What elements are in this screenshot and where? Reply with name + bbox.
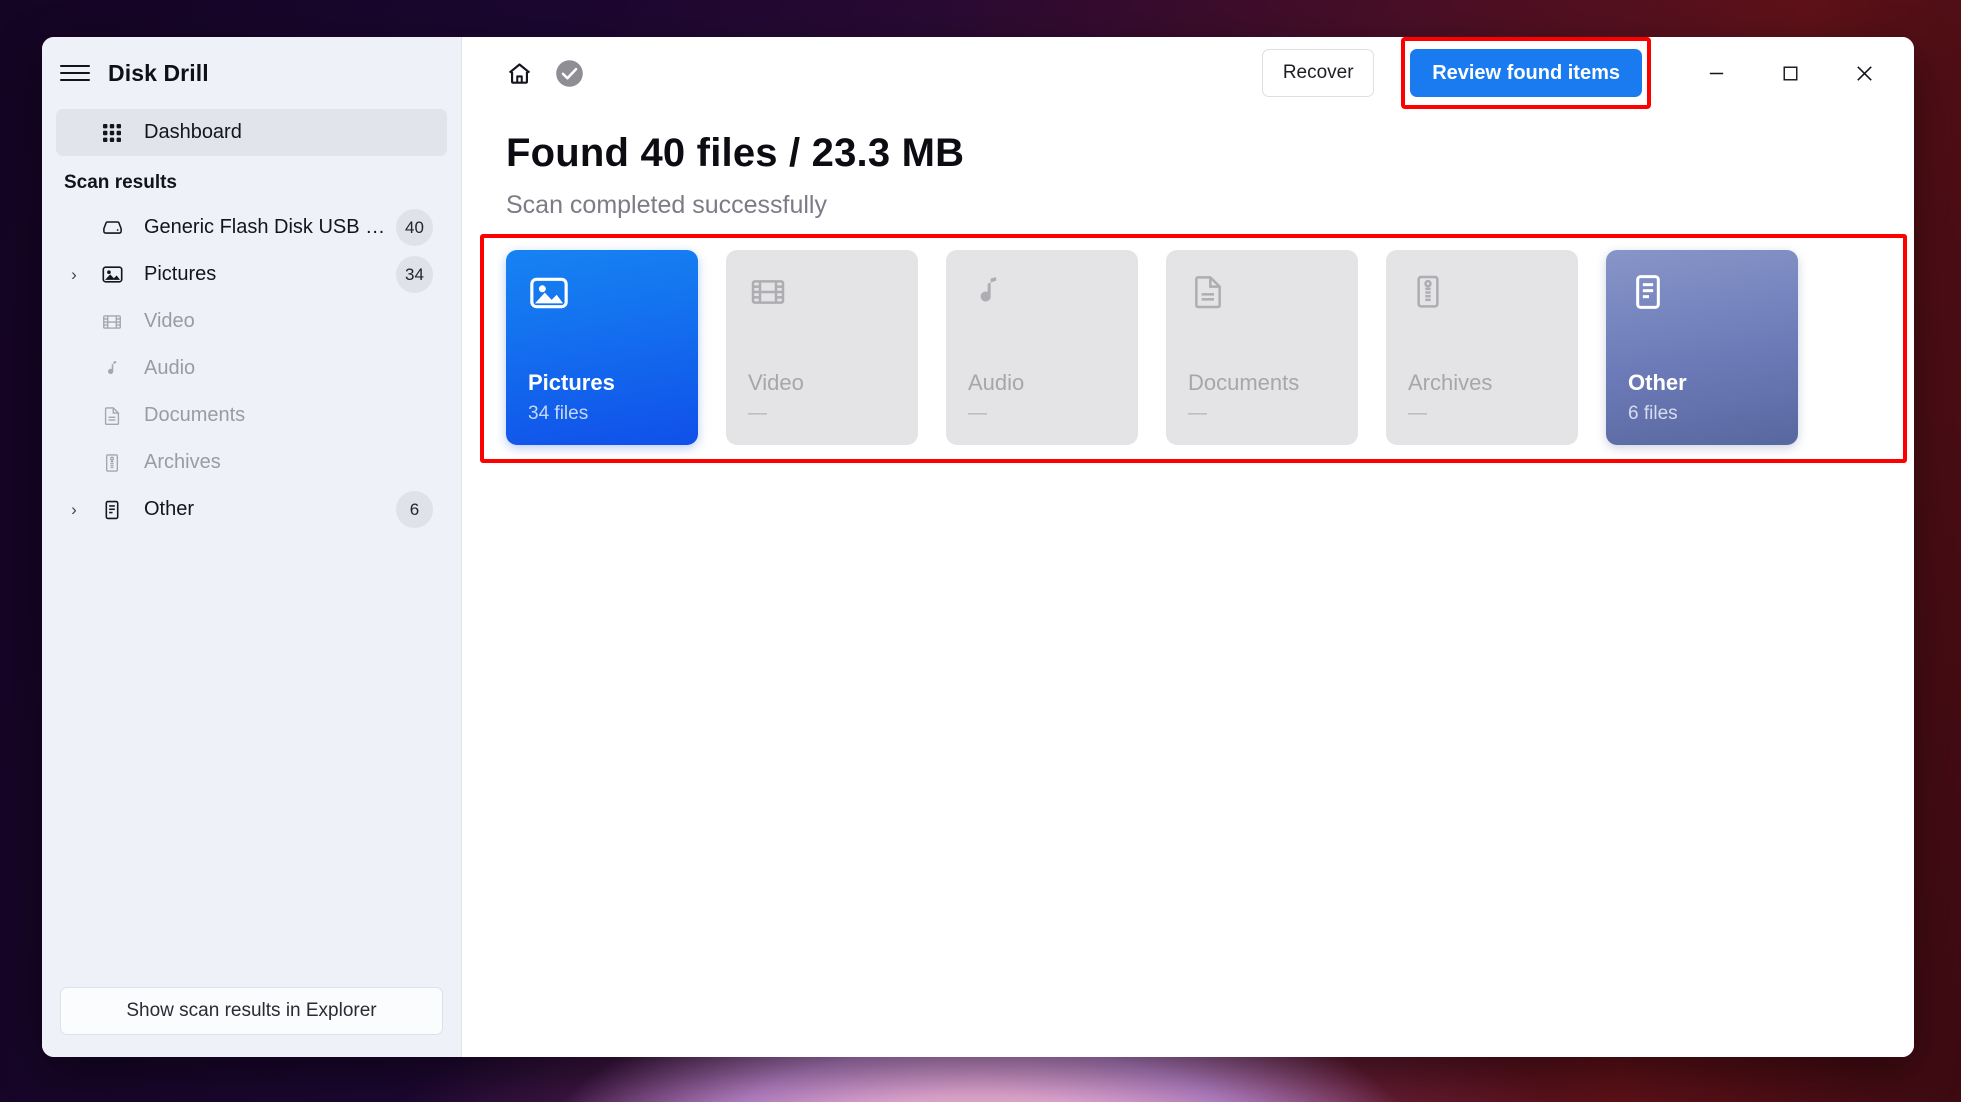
card-count: — (1408, 403, 1427, 424)
sidebar-item-documents[interactable]: › Documents (56, 392, 447, 439)
sidebar-item-badge: 34 (396, 256, 433, 293)
card-title: Pictures (528, 370, 615, 395)
music-note-icon (92, 358, 132, 380)
document-icon (92, 405, 132, 427)
card-title: Documents (1188, 370, 1300, 395)
sidebar-item-label: Generic Flash Disk USB D... (144, 216, 396, 238)
check-circle-icon[interactable] (555, 59, 584, 88)
sidebar-item-video[interactable]: › Video (56, 298, 447, 345)
sidebar-header: Disk Drill (42, 37, 461, 109)
sidebar-item-label: Pictures (144, 263, 217, 285)
category-cards: Pictures 34 files Video — Audio — Docume… (506, 250, 1881, 445)
hamburger-icon[interactable] (60, 62, 90, 84)
document-icon (1188, 272, 1338, 318)
sidebar-item-label: Archives (144, 451, 221, 473)
sidebar-item-badge: 40 (396, 209, 433, 246)
zip-archive-icon (1408, 272, 1558, 318)
sidebar-item-pictures[interactable]: › Pictures 34 (56, 251, 447, 298)
card-title: Audio (968, 370, 1025, 395)
sidebar-item-other[interactable]: › Other 6 (56, 486, 447, 533)
film-icon (92, 311, 132, 333)
maximize-icon[interactable] (1764, 49, 1816, 97)
desktop-background: Disk Drill › (0, 0, 1961, 1102)
sidebar-item-label: Video (144, 310, 195, 332)
card-text-group: Archives — (1408, 370, 1558, 425)
category-card-video[interactable]: Video — (726, 250, 918, 445)
card-count: — (968, 403, 987, 424)
sidebar-item-label: Documents (144, 404, 246, 426)
sidebar-item-badge: 6 (396, 491, 433, 528)
category-card-archives[interactable]: Archives — (1386, 250, 1578, 445)
grid-dots-icon (92, 123, 132, 143)
content-area: Found 40 files / 23.3 MB Scan completed … (462, 109, 1914, 463)
sidebar-item-generic-flash-disk[interactable]: › Generic Flash Disk USB D... 40 (56, 204, 447, 251)
film-icon (748, 272, 898, 318)
recover-button[interactable]: Recover (1262, 49, 1375, 97)
card-count: 34 files (528, 403, 589, 424)
other-file-icon (92, 499, 132, 521)
card-text-group: Documents — (1188, 370, 1338, 425)
home-icon[interactable] (506, 60, 533, 87)
card-title: Other (1628, 370, 1687, 395)
app-title: Disk Drill (108, 59, 209, 86)
chevron-right-icon[interactable]: › (56, 265, 92, 285)
category-card-documents[interactable]: Documents — (1166, 250, 1358, 445)
category-card-other[interactable]: Other 6 files (1606, 250, 1798, 445)
sidebar-footer: Show scan results in Explorer (42, 987, 461, 1057)
card-text-group: Pictures 34 files (528, 370, 678, 425)
close-icon[interactable] (1838, 49, 1890, 97)
show-scan-results-in-explorer-button[interactable]: Show scan results in Explorer (60, 987, 443, 1035)
review-button-wrapper: Review found items (1401, 37, 1651, 109)
found-files-title: Found 40 files / 23.3 MB (506, 131, 965, 175)
image-icon (92, 263, 132, 286)
minimize-icon[interactable] (1690, 49, 1742, 97)
other-file-icon (1628, 272, 1778, 318)
card-count: — (1188, 403, 1207, 424)
chevron-right-icon[interactable]: › (56, 500, 92, 520)
sidebar-item-audio[interactable]: › Audio (56, 345, 447, 392)
card-title: Archives (1408, 370, 1493, 395)
sidebar-section-title: Scan results (64, 172, 177, 193)
music-note-icon (968, 272, 1118, 318)
category-card-audio[interactable]: Audio — (946, 250, 1138, 445)
disk-drill-window: Disk Drill › (42, 37, 1914, 1057)
review-found-items-button[interactable]: Review found items (1410, 49, 1642, 97)
sidebar-item-label: Other (144, 498, 195, 520)
image-icon (528, 272, 678, 318)
card-count: 6 files (1628, 403, 1678, 424)
category-card-pictures[interactable]: Pictures 34 files (506, 250, 698, 445)
toolbar: Recover Review found items (462, 37, 1914, 109)
sidebar-item-archives[interactable]: › Archives (56, 439, 447, 486)
card-count: — (748, 403, 767, 424)
sidebar-item-dashboard[interactable]: › (56, 109, 447, 156)
zip-archive-icon (92, 452, 132, 474)
main-panel: Recover Review found items Found 40 file… (462, 37, 1914, 1057)
sidebar-item-label: Dashboard (144, 121, 242, 143)
scan-status-subtitle: Scan completed successfully (506, 191, 827, 219)
sidebar: Disk Drill › (42, 37, 462, 1057)
sidebar-item-label: Audio (144, 357, 196, 379)
card-text-group: Other 6 files (1628, 370, 1778, 425)
card-title: Video (748, 370, 804, 395)
hard-disk-icon (92, 216, 132, 239)
category-cards-wrapper: Pictures 34 files Video — Audio — Docume… (480, 234, 1907, 463)
card-text-group: Audio — (968, 370, 1118, 425)
card-text-group: Video — (748, 370, 898, 425)
